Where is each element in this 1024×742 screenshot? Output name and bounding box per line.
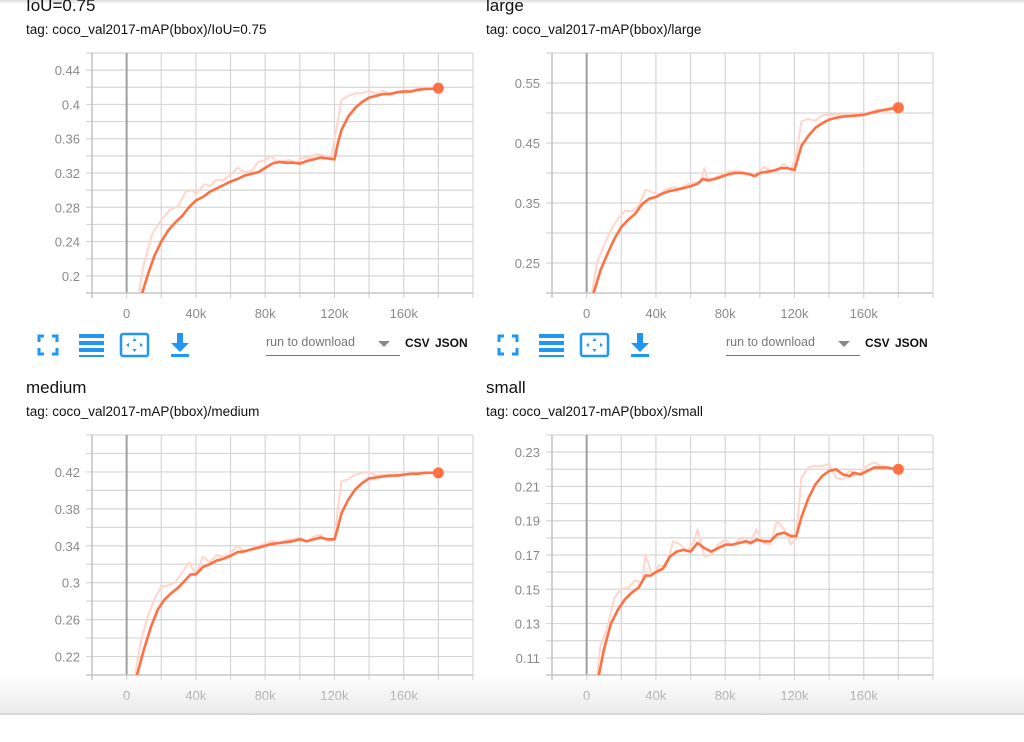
x-tick-label: 160k	[850, 688, 879, 703]
y-tick-label: 0.3	[62, 576, 80, 591]
y-tick-label: 0.35	[515, 196, 540, 211]
series-line-raw	[596, 461, 900, 675]
chevron-down-icon	[378, 341, 390, 347]
lines-icon[interactable]	[77, 331, 105, 359]
x-tick-label: 160k	[850, 306, 879, 320]
download-json-link[interactable]: JSON	[895, 336, 928, 350]
run-select-placeholder: run to download	[266, 335, 355, 349]
series-line-raw	[134, 470, 440, 675]
chart-card-iou-075: IoU=0.75 tag: coco_val2017-mAP(bbox)/IoU…	[0, 0, 474, 360]
x-tick-label: 80k	[715, 306, 736, 320]
y-tick-label: 0.26	[55, 613, 80, 628]
x-tick-label: 40k	[185, 688, 206, 703]
y-tick-label: 0.32	[55, 166, 80, 181]
y-tick-label: 0.42	[55, 465, 80, 480]
chart-toolbar: run to download CSV JSON	[494, 331, 934, 361]
last-point-marker[interactable]	[892, 102, 904, 114]
x-tick-label: 0	[583, 306, 590, 320]
y-tick-label: 0.22	[55, 650, 80, 665]
x-tick-label: 0	[123, 306, 130, 320]
chart-plot[interactable]: 0.22 0.26 0.3 0.34 0.38 0.42 0 40k 80k 120k 160k	[0, 382, 480, 715]
x-tick-label: 160k	[390, 688, 419, 703]
run-select-dropdown[interactable]: run to download	[266, 333, 400, 356]
x-tick-label: 120k	[780, 306, 809, 320]
last-point-marker[interactable]	[892, 463, 904, 475]
download-csv-link[interactable]: CSV	[865, 336, 890, 350]
series-line-smoothed	[592, 106, 900, 293]
last-point-marker[interactable]	[432, 467, 444, 479]
grid	[546, 434, 934, 680]
x-tick-label: 80k	[715, 688, 736, 703]
chart-plot[interactable]: 0.25 0.35 0.45 0.55 0 40k 80k 120k 160k	[460, 0, 940, 320]
x-tick-label: 80k	[255, 688, 276, 703]
x-tick-label: 40k	[185, 306, 206, 320]
fullscreen-icon[interactable]	[34, 331, 62, 359]
y-tick-label: 0.21	[515, 479, 540, 494]
chart-card-small: small tag: coco_val2017-mAP(bbox)/small …	[460, 378, 934, 742]
y-tick-label: 0.24	[55, 235, 80, 250]
x-tick-label: 120k	[320, 306, 349, 320]
y-tick-label: 0.17	[515, 548, 540, 563]
fit-domain-icon[interactable]	[119, 331, 151, 359]
chevron-down-icon	[838, 341, 850, 347]
y-tick-label: 0.25	[515, 256, 540, 271]
x-tick-label: 80k	[255, 306, 276, 320]
x-tick-label: 40k	[645, 688, 666, 703]
y-tick-label: 0.23	[515, 445, 540, 460]
download-icon[interactable]	[626, 331, 654, 359]
run-select-placeholder: run to download	[726, 335, 815, 349]
last-point-marker[interactable]	[432, 82, 444, 94]
chart-card-large: large tag: coco_val2017-mAP(bbox)/large …	[460, 0, 934, 360]
y-tick-label: 0.15	[515, 582, 540, 597]
y-tick-label: 0.36	[55, 132, 80, 147]
y-tick-label: 0.11	[516, 651, 540, 666]
grid	[86, 434, 474, 680]
y-tick-label: 0.4	[62, 97, 80, 112]
x-tick-label: 120k	[320, 688, 349, 703]
chart-card-medium: medium tag: coco_val2017-mAP(bbox)/mediu…	[0, 378, 474, 742]
y-tick-label: 0.19	[515, 514, 540, 529]
y-tick-label: 0.38	[55, 502, 80, 517]
chart-plot[interactable]: 0.11 0.13 0.15 0.17 0.19 0.21 0.23 0 40k 80k 120k 1…	[460, 382, 940, 715]
y-tick-label: 0.44	[55, 63, 80, 78]
chart-toolbar: run to download CSV JSON	[34, 331, 474, 361]
download-csv-link[interactable]: CSV	[405, 336, 430, 350]
download-icon[interactable]	[166, 331, 194, 359]
y-tick-label: 0.28	[55, 200, 80, 215]
y-tick-label: 0.45	[515, 136, 540, 151]
y-tick-label: 0.13	[515, 617, 540, 632]
x-tick-label: 0	[583, 688, 590, 703]
y-tick-label: 0.2	[62, 269, 80, 284]
chart-plot[interactable]: 0.2 0.24 0.28 0.32 0.36 0.4 0.44 0 40k 80k 120k 160…	[0, 0, 480, 320]
y-tick-label: 0.34	[55, 539, 80, 554]
fit-domain-icon[interactable]	[579, 331, 611, 359]
x-tick-label: 120k	[780, 688, 809, 703]
x-tick-label: 40k	[645, 306, 666, 320]
run-select-dropdown[interactable]: run to download	[726, 333, 860, 356]
x-tick-label: 160k	[390, 306, 419, 320]
lines-icon[interactable]	[537, 331, 565, 359]
fullscreen-icon[interactable]	[494, 331, 522, 359]
x-tick-label: 0	[123, 688, 130, 703]
series-line-raw	[590, 106, 900, 293]
y-tick-label: 0.55	[515, 76, 540, 91]
